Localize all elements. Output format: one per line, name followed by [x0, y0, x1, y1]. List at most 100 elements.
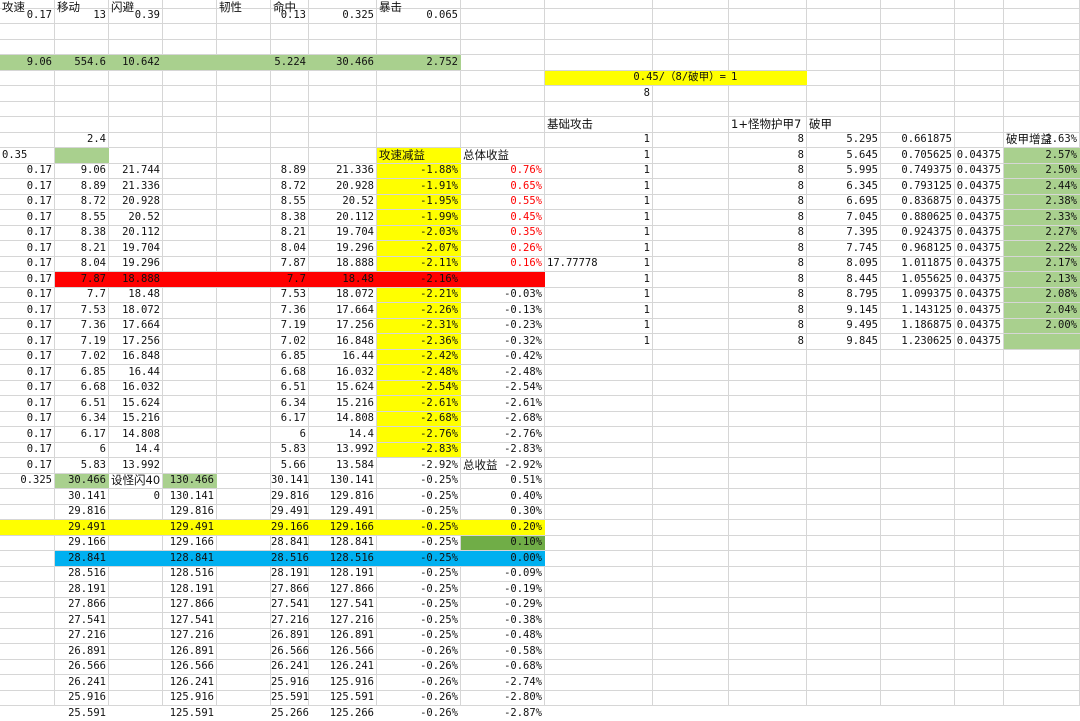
hit-table-cell[interactable]: -0.25% — [377, 566, 461, 582]
armor-table-cell[interactable]: 1.143125 — [881, 303, 955, 319]
hit-table-cell[interactable]: 127.216 — [163, 628, 217, 644]
hit-table-cell[interactable]: 27.866 — [55, 597, 109, 613]
coefficient-cell[interactable]: 0.17 — [0, 8, 55, 24]
speed-table-cell[interactable]: 0.06% — [461, 272, 545, 288]
hit-table-cell[interactable]: 127.541 — [163, 613, 217, 629]
armor-table-cell[interactable]: 0.880625 — [881, 210, 955, 226]
hit-table-cell[interactable]: -0.25% — [377, 597, 461, 613]
hit-table-cell[interactable]: 28.841 — [55, 551, 109, 567]
speed-table-cell[interactable]: 0.55% — [461, 194, 545, 210]
formula-value[interactable]: 1 — [729, 70, 807, 86]
speed-table-cell[interactable]: 0.17 — [0, 396, 55, 412]
speed-table-cell[interactable]: 20.928 — [309, 179, 377, 195]
speed-table-cell[interactable]: 17.664 — [109, 318, 163, 334]
speed-table-cell[interactable]: -2.36% — [377, 334, 461, 350]
speed-table-cell[interactable]: 18.072 — [109, 303, 163, 319]
hit-table-cell[interactable]: 0.30% — [461, 504, 545, 520]
hit-table-cell[interactable]: -0.09% — [461, 566, 545, 582]
speed-table-cell[interactable]: 0.17 — [0, 179, 55, 195]
armor-table-cell[interactable]: 9.145 — [807, 303, 881, 319]
hit-table-cell[interactable]: 128.841 — [309, 535, 377, 551]
armor-table-cell[interactable]: 1.186875 — [881, 318, 955, 334]
hit-table-cell[interactable]: 29.491 — [55, 520, 109, 536]
hit-table-cell[interactable]: 128.191 — [309, 566, 377, 582]
cell-value[interactable]: 0.35 — [0, 148, 55, 164]
armor-table-cell[interactable]: 5.995 — [807, 163, 881, 179]
speed-table-cell[interactable]: -2.54% — [461, 380, 545, 396]
speed-table-cell[interactable]: 0.17 — [0, 365, 55, 381]
speed-table-cell[interactable]: 0.17 — [0, 349, 55, 365]
speed-table-cell[interactable]: 5.83 — [55, 458, 109, 474]
speed-table-cell[interactable]: 14.808 — [309, 411, 377, 427]
hit-table-cell[interactable]: 130.141 — [163, 489, 217, 505]
armor-table-cell[interactable]: 1 — [545, 148, 653, 164]
armor-table-cell[interactable]: 1 — [545, 225, 653, 241]
hit-table-cell[interactable]: -0.29% — [461, 597, 545, 613]
hit-table-cell[interactable]: -0.26% — [377, 644, 461, 660]
armor-table-cell[interactable]: 0.793125 — [881, 179, 955, 195]
hit-table-cell[interactable]: -0.25% — [377, 582, 461, 598]
speed-table-cell[interactable]: 7.87 — [55, 272, 109, 288]
armor-table-cell[interactable]: 8 — [729, 256, 807, 272]
formula-label[interactable]: 0.45/（8/破甲）= — [545, 70, 729, 86]
hit-table-cell[interactable]: -0.58% — [461, 644, 545, 660]
armor-gain-cell[interactable]: 2.63% — [1004, 132, 1080, 148]
hit-table-cell[interactable]: 129.166 — [309, 520, 377, 536]
armor-table-cell[interactable]: 1 — [545, 318, 653, 334]
speed-table-cell[interactable]: 18.48 — [309, 272, 377, 288]
speed-table-cell[interactable]: 6.34 — [55, 411, 109, 427]
speed-table-cell[interactable]: 6.51 — [271, 380, 309, 396]
armor-gain-cell[interactable]: 2.00% — [1004, 318, 1080, 334]
hit-table-cell[interactable]: 125.591 — [163, 706, 217, 721]
hit-table-cell[interactable]: 28.516 — [55, 566, 109, 582]
hit-table-cell[interactable]: 30.141 — [271, 473, 309, 489]
speed-table-cell[interactable]: 6.68 — [271, 365, 309, 381]
hit-table-cell[interactable]: -0.25% — [377, 520, 461, 536]
hit-table-cell[interactable]: 27.216 — [55, 628, 109, 644]
speed-table-cell[interactable]: 6.34 — [271, 396, 309, 412]
speed-table-cell[interactable]: 0.17 — [0, 210, 55, 226]
speed-table-cell[interactable]: 5.83 — [271, 442, 309, 458]
coefficient-cell[interactable]: 0.065 — [377, 8, 461, 24]
armor-table-cell[interactable]: 8 — [729, 287, 807, 303]
hit-table-cell[interactable]: 126.891 — [163, 644, 217, 660]
speed-table-cell[interactable]: -1.88% — [377, 163, 461, 179]
hit-table-cell[interactable]: 30.141 — [55, 489, 109, 505]
speed-table-cell[interactable]: -2.03% — [377, 225, 461, 241]
hit-table-cell[interactable]: 125.591 — [309, 690, 377, 706]
speed-table-cell[interactable]: 6.68 — [55, 380, 109, 396]
armor-gain-cell[interactable]: 2.13% — [1004, 272, 1080, 288]
speed-table-cell[interactable]: 7.19 — [271, 318, 309, 334]
armor-table-cell[interactable]: 8 — [729, 272, 807, 288]
hit-table-cell[interactable]: 28.191 — [55, 582, 109, 598]
armor-gain-cell[interactable]: 2.33% — [1004, 210, 1080, 226]
coefficient-cell[interactable]: 0.325 — [309, 8, 377, 24]
speed-table-cell[interactable]: -2.68% — [461, 411, 545, 427]
speed-table-cell[interactable]: 20.112 — [309, 210, 377, 226]
hit-table-cell[interactable]: 28.841 — [271, 535, 309, 551]
speed-table-cell[interactable]: 7.87 — [271, 256, 309, 272]
armor-table-cell[interactable]: 8.445 — [807, 272, 881, 288]
hit-table-cell[interactable]: -0.26% — [377, 690, 461, 706]
speed-table-cell[interactable]: 18.48 — [109, 287, 163, 303]
speed-table-cell[interactable]: 19.296 — [109, 256, 163, 272]
speed-table-cell[interactable]: 0.26% — [461, 241, 545, 257]
hit-table-cell[interactable]: 126.566 — [309, 644, 377, 660]
speed-table-cell[interactable]: 0.35% — [461, 225, 545, 241]
hit-table-cell[interactable]: 28.191 — [271, 566, 309, 582]
speed-table-cell[interactable]: 0.17 — [0, 458, 55, 474]
coefficient-cell[interactable]: 0.13 — [271, 8, 309, 24]
hit-table-cell[interactable]: 0.325 — [0, 473, 55, 489]
speed-table-cell[interactable]: 8.04 — [55, 256, 109, 272]
armor-gain-cell[interactable]: 2.44% — [1004, 179, 1080, 195]
summary-cell[interactable]: 30.466 — [309, 55, 377, 71]
hit-table-cell[interactable]: 128.516 — [163, 566, 217, 582]
speed-table-cell[interactable]: 7.36 — [55, 318, 109, 334]
hit-table-cell[interactable]: 126.241 — [163, 675, 217, 691]
hit-table-cell[interactable]: 27.541 — [55, 613, 109, 629]
header-base-attack[interactable]: 基础攻击 — [545, 117, 653, 133]
speed-table-cell[interactable]: 19.296 — [309, 241, 377, 257]
speed-table-cell[interactable]: -1.95% — [377, 194, 461, 210]
hit-table-cell[interactable]: 0 — [109, 489, 163, 505]
speed-table-cell[interactable]: 19.704 — [109, 241, 163, 257]
